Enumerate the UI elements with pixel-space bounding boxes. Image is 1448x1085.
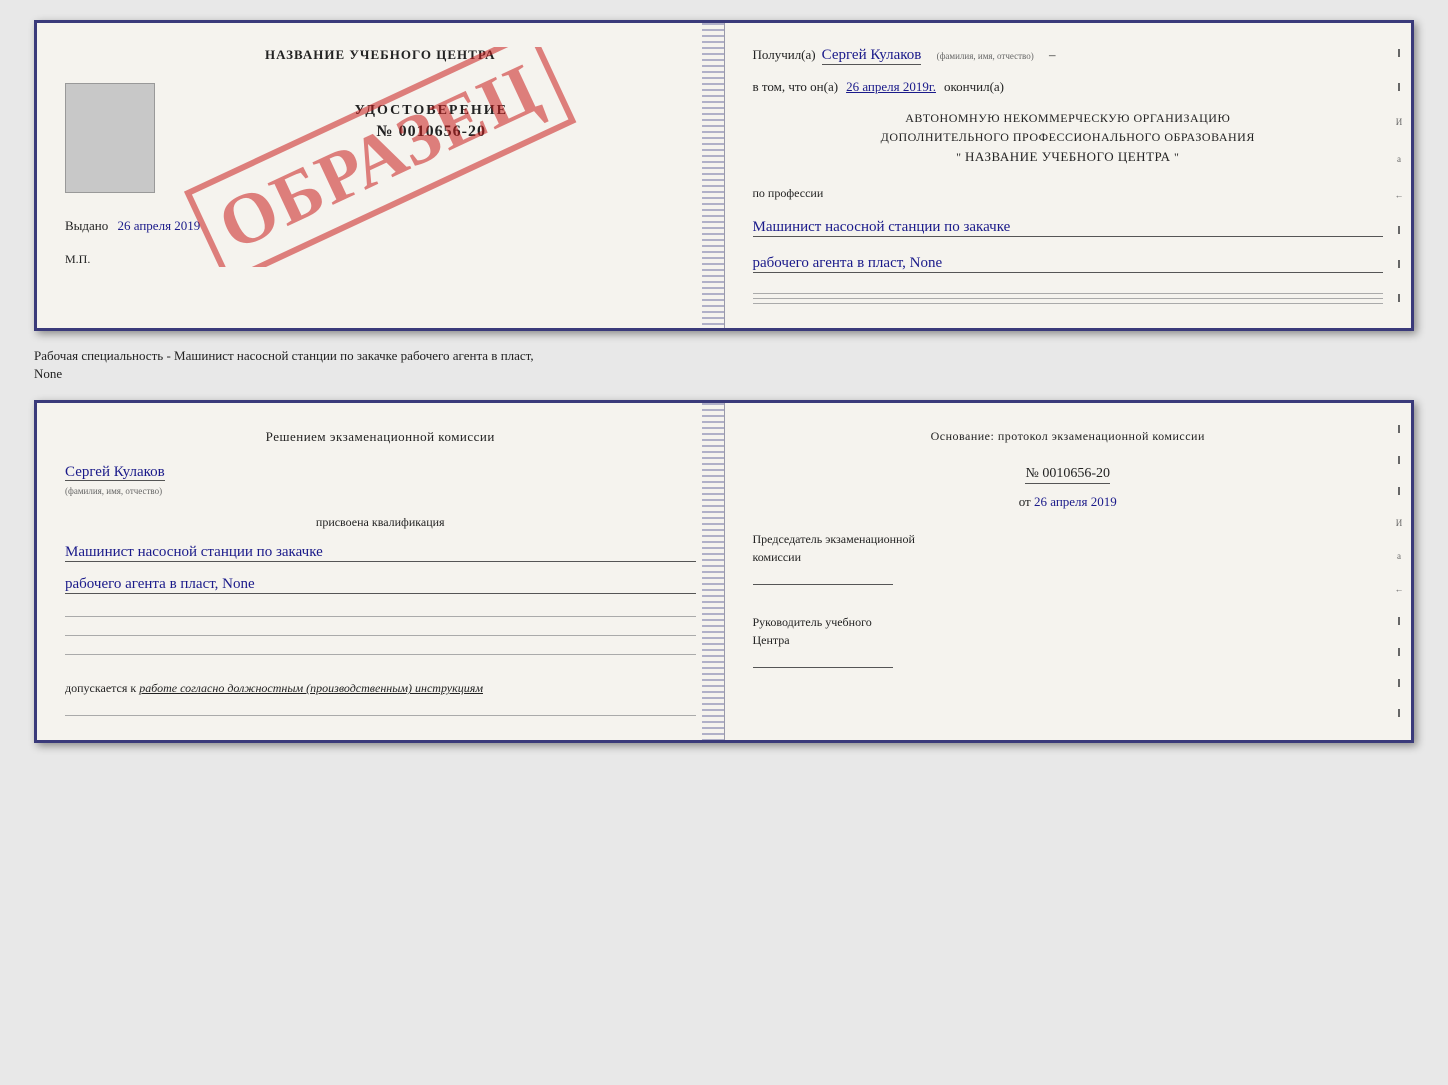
proto-number: № 0010656-20 — [1025, 466, 1110, 484]
udost-number: № 0010656-20 — [377, 123, 486, 141]
org-name-row: " НАЗВАНИЕ УЧЕБНОГО ЦЕНТРА " — [753, 147, 1384, 168]
dash-top: – — [1049, 47, 1056, 63]
qual-line1-bottom: Машинист насосной станции по закачке — [65, 544, 696, 562]
vtom-row: в том, что он(а) 26 апреля 2019г. окончи… — [753, 79, 1384, 95]
ot-date-value: 26 апреля 2019 — [1034, 494, 1117, 509]
predsedatel-line2: комиссии — [753, 548, 1384, 566]
ot-label: от — [1019, 494, 1031, 509]
qual-line2-bottom: рабочего агента в пласт, None — [65, 576, 696, 594]
top-document-pair: НАЗВАНИЕ УЧЕБНОГО ЦЕНТРА УДОСТОВЕРЕНИЕ №… — [34, 20, 1414, 331]
org-block: АВТОНОМНУЮ НЕКОММЕРЧЕСКУЮ ОРГАНИЗАЦИЮ ДО… — [753, 109, 1384, 168]
rukovoditel-block: Руководитель учебного Центра — [753, 613, 1384, 668]
vydano-row: Выдано 26 апреля 2019 — [65, 218, 696, 234]
qual-line2-top: рабочего агента в пласт, None — [753, 255, 1384, 273]
predsedatel-sig-line — [753, 584, 893, 585]
photo-placeholder — [65, 83, 155, 193]
poluchil-row: Получил(а) Сергей Кулаков (фамилия, имя,… — [753, 47, 1384, 65]
name-hint-bottom: (фамилия, имя, отчество) — [65, 486, 162, 496]
dopuskaetsya-block: допускается к работе согласно должностны… — [65, 679, 696, 697]
bottom-right-edge-dashes: И а ← — [1391, 403, 1407, 741]
org-line1: АВТОНОМНУЮ НЕКОММЕРЧЕСКУЮ ОРГАНИЗАЦИЮ — [753, 109, 1384, 128]
ot-date-row: от 26 апреля 2019 — [753, 494, 1384, 510]
top-doc-right: Получил(а) Сергей Кулаков (фамилия, имя,… — [725, 23, 1412, 328]
org-name: НАЗВАНИЕ УЧЕБНОГО ЦЕНТРА — [965, 149, 1170, 164]
org-quote: " — [956, 150, 961, 164]
recipient-name-bottom: Сергей Кулаков — [65, 464, 165, 481]
predsedatel-block: Председатель экзаменационной комиссии — [753, 530, 1384, 585]
name-hint-top: (фамилия, имя, отчество) — [937, 51, 1034, 61]
okonchil-label: окончил(а) — [944, 79, 1004, 95]
dopusk-text: работе согласно должностным (производств… — [139, 681, 483, 695]
recipient-name-top: Сергей Кулаков — [822, 47, 922, 65]
right-edge-dashes: И а ← — [1391, 23, 1407, 328]
bottom-doc-right: Основание: протокол экзаменационной коми… — [725, 403, 1412, 741]
top-doc-left: НАЗВАНИЕ УЧЕБНОГО ЦЕНТРА УДОСТОВЕРЕНИЕ №… — [37, 23, 725, 328]
resheniem-label: Решением экзаменационной комиссии — [65, 427, 696, 448]
separator-line1: Рабочая специальность - Машинист насосно… — [34, 347, 1414, 365]
poluchil-label: Получил(а) — [753, 47, 816, 63]
prisvoena-label: присвоена квалификация — [65, 515, 696, 530]
top-doc-title: НАЗВАНИЕ УЧЕБНОГО ЦЕНТРА — [265, 47, 496, 63]
osnovanie-label: Основание: протокол экзаменационной коми… — [753, 427, 1384, 446]
udost-label: УДОСТОВЕРЕНИЕ — [355, 103, 508, 119]
bottom-doc-left: Решением экзаменационной комиссии Сергей… — [37, 403, 725, 741]
bottom-document-pair: Решением экзаменационной комиссии Сергей… — [34, 400, 1414, 744]
udost-row: УДОСТОВЕРЕНИЕ № 0010656-20 — [65, 83, 696, 193]
po-professii-label: по профессии — [753, 186, 1384, 201]
vydano-date: 26 апреля 2019 — [118, 218, 201, 233]
vtom-label: в том, что он(а) — [753, 79, 839, 95]
bottom-name-block: Сергей Кулаков (фамилия, имя, отчество) — [65, 463, 696, 499]
rukovoditel-line1: Руководитель учебного — [753, 613, 1384, 631]
vydano-label: Выдано — [65, 218, 108, 233]
separator-text: Рабочая специальность - Машинист насосно… — [34, 343, 1414, 387]
org-quote-end: " — [1174, 150, 1179, 164]
separator-line2: None — [34, 365, 1414, 383]
org-line2: ДОПОЛНИТЕЛЬНОГО ПРОФЕССИОНАЛЬНОГО ОБРАЗО… — [753, 128, 1384, 147]
dopuskaetsya-label: допускается к — [65, 681, 136, 695]
udost-text: УДОСТОВЕРЕНИЕ № 0010656-20 — [167, 83, 696, 141]
rukovoditel-sig-line — [753, 667, 893, 668]
qual-line1-top: Машинист насосной станции по закачке — [753, 219, 1384, 237]
completion-date-top: 26 апреля 2019г. — [846, 79, 936, 95]
rukovoditel-line2: Центра — [753, 631, 1384, 649]
mp-label: М.П. — [65, 252, 90, 267]
predsedatel-line1: Председатель экзаменационной — [753, 530, 1384, 548]
